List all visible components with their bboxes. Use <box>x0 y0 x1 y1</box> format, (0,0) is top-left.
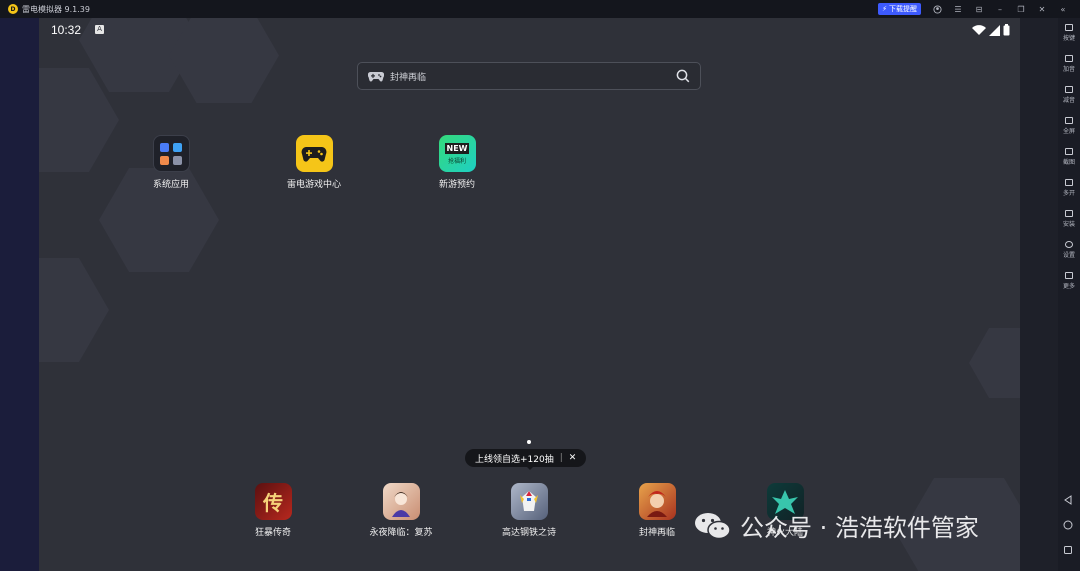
toolbar-fullscreen[interactable]: 全屏 <box>1058 117 1080 135</box>
wifi-icon <box>972 24 986 35</box>
app-new-games[interactable]: NEW 抢福利 新游预约 <box>407 135 507 190</box>
home-icon[interactable] <box>1062 519 1074 531</box>
toolbar-label: 多开 <box>1062 190 1075 197</box>
search-input[interactable]: 封神再临 <box>390 70 676 83</box>
app-label: 新游预约 <box>438 180 475 190</box>
window-title: 雷电模拟器 9.1.39 <box>22 4 90 14</box>
dock-app[interactable]: 高达钢铁之诗 <box>479 483 579 538</box>
background-hexagon <box>969 328 1020 398</box>
system-apps-folder-icon <box>152 135 190 172</box>
background-hexagon <box>39 258 109 362</box>
page-indicator <box>527 440 531 444</box>
gamepad-icon <box>295 135 333 172</box>
search-icon[interactable] <box>676 69 690 83</box>
new-badge: NEW <box>444 142 470 154</box>
toolbar-label: 更多 <box>1062 283 1075 290</box>
dock-app[interactable]: 封神再临 <box>607 483 707 538</box>
close-icon[interactable]: ✕ <box>1037 4 1047 14</box>
menu-icon[interactable]: ☰ <box>953 4 963 14</box>
app-game-center[interactable]: 雷电游戏中心 <box>264 135 364 190</box>
battery-icon <box>1003 24 1010 36</box>
toolbar-label: 加音 <box>1062 66 1075 73</box>
tooltip-arrow <box>526 466 534 470</box>
game-icon <box>638 483 676 520</box>
fullscreen-icon <box>1065 117 1073 124</box>
title-bar-controls: ⚡ 下载提醒 ☰ ⊟ – ❐ ✕ « <box>878 0 1068 18</box>
toolbar-label: 截图 <box>1062 159 1075 166</box>
promo-tooltip[interactable]: 上线领自选+120抽 | ✕ <box>465 449 587 467</box>
game-icon <box>510 483 548 520</box>
recents-icon[interactable] <box>1062 544 1074 556</box>
new-games-sublabel: 抢福利 <box>447 157 466 165</box>
title-bar: D 雷电模拟器 9.1.39 ⚡ 下载提醒 ☰ ⊟ – ❐ ✕ « <box>0 0 1080 18</box>
sidebar-collapse-icon[interactable]: « <box>1058 4 1068 14</box>
gamepad-icon <box>368 71 384 81</box>
restore-icon[interactable]: ❐ <box>1016 4 1026 14</box>
tooltip-divider: | <box>559 453 563 463</box>
signal-icon <box>989 24 1000 36</box>
toolbar-keyboard[interactable]: 按键 <box>1058 24 1080 42</box>
android-screen[interactable]: 10:32 A 封神再临 系统应用 雷电游戏中心 NEW 抢福利 新游预约 上线… <box>39 18 1020 571</box>
install-icon <box>1065 210 1073 217</box>
clock: 10:32 <box>51 23 82 37</box>
app-system-apps[interactable]: 系统应用 <box>121 135 221 190</box>
emulator-window: D 雷电模拟器 9.1.39 ⚡ 下载提醒 ☰ ⊟ – ❐ ✕ « 10:32 … <box>0 0 1080 571</box>
toolbar-volume-up[interactable]: 加音 <box>1058 55 1080 73</box>
multi-instance-icon <box>1065 179 1073 186</box>
keyboard-icon <box>1065 24 1073 31</box>
new-games-icon: NEW 抢福利 <box>438 135 476 172</box>
more-icon <box>1065 272 1073 279</box>
app-logo-icon: D <box>8 4 18 14</box>
game-icon: 传 <box>254 483 292 520</box>
app-label: 高达钢铁之诗 <box>501 528 556 538</box>
toolbar-label: 减音 <box>1062 97 1075 104</box>
settings-icon <box>1065 241 1073 248</box>
wechat-icon <box>695 512 731 539</box>
status-bar: 10:32 A <box>39 18 1020 44</box>
toolbar-more[interactable]: 更多 <box>1058 272 1080 290</box>
app-label: 雷电游戏中心 <box>286 180 341 190</box>
toolbar-label: 安装 <box>1062 221 1075 228</box>
toolbar-settings[interactable]: 设置 <box>1058 241 1080 259</box>
watermark-text: 公众号 · 浩浩软件管家 <box>740 514 979 542</box>
back-icon[interactable] <box>1062 494 1074 506</box>
toolbar-volume-down[interactable]: 减音 <box>1058 86 1080 104</box>
promo-text: 上线领自选+120抽 <box>475 454 554 465</box>
download-reminder-button[interactable]: ⚡ 下载提醒 <box>878 3 921 15</box>
app-label: 封神再临 <box>638 528 675 538</box>
volume-down-icon <box>1065 86 1073 93</box>
app-label: 永夜降临：复苏 <box>369 528 433 538</box>
toolbar-install[interactable]: 安装 <box>1058 210 1080 228</box>
close-icon[interactable]: ✕ <box>569 453 577 463</box>
app-label: 系统应用 <box>152 180 189 190</box>
app-label: 狂暴传奇 <box>254 528 291 538</box>
volume-up-icon <box>1065 55 1073 62</box>
toolbar-label: 设置 <box>1062 252 1075 259</box>
lightning-icon: ⚡ <box>882 5 887 13</box>
toolbar-screenshot[interactable]: 截图 <box>1058 148 1080 166</box>
dock-app[interactable]: 永夜降临：复苏 <box>351 483 451 538</box>
minimize-icon[interactable]: – <box>995 4 1005 14</box>
watermark: 公众号 · 浩浩软件管家 <box>694 508 979 543</box>
right-toolbar: 按键 加音 减音 全屏 截图 多开 安装 设置 更多 <box>1058 18 1080 571</box>
toolbar-label: 按键 <box>1062 35 1075 42</box>
screenshot-icon <box>1065 148 1073 155</box>
game-icon <box>382 483 420 520</box>
toolbar-multi-instance[interactable]: 多开 <box>1058 179 1080 197</box>
left-border <box>0 18 39 571</box>
account-icon[interactable] <box>932 4 942 14</box>
notification-icon: A <box>95 25 104 34</box>
download-reminder-label: 下载提醒 <box>889 5 917 13</box>
status-icons <box>972 24 1010 36</box>
search-bar[interactable]: 封神再临 <box>357 62 701 90</box>
toolbar-label: 全屏 <box>1062 128 1075 135</box>
dock-app[interactable]: 传 狂暴传奇 <box>223 483 323 538</box>
collapse-icon[interactable]: ⊟ <box>974 4 984 14</box>
